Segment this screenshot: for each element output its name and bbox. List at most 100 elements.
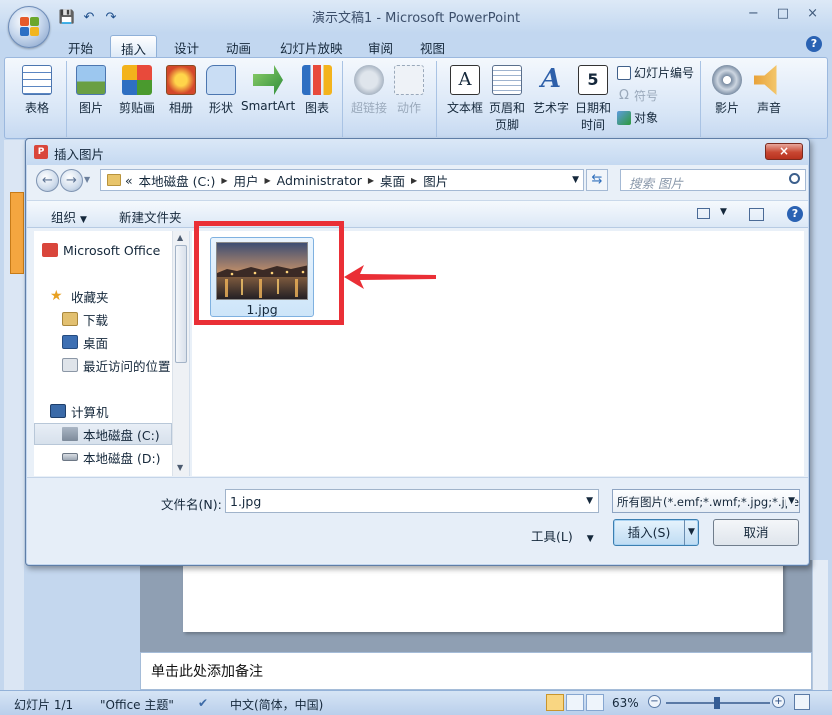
- insert-button[interactable]: 插入(S) ▼: [613, 519, 699, 546]
- new-folder-button[interactable]: 新建文件夹: [119, 207, 182, 226]
- movie-button[interactable]: 影片: [707, 65, 747, 116]
- clipart-label: 剪贴画: [118, 101, 155, 115]
- chevron-down-icon[interactable]: ▼: [586, 496, 593, 506]
- ribbon-tabs: 开始 插入 设计 动画 幻灯片放映 审阅 视图: [0, 32, 832, 58]
- scroll-down-icon[interactable]: ▼: [177, 463, 183, 472]
- chart-button[interactable]: 图表: [297, 65, 337, 116]
- file-type-select[interactable]: 所有图片(*.emf;*.wmf;*.jpg;*.jpeg;*.jfif;*.p…: [612, 489, 800, 513]
- slide-sorter-button[interactable]: [566, 694, 584, 711]
- header-footer-label-1: 页眉和: [488, 101, 525, 115]
- nav-pane-scrollbar[interactable]: ▲ ▼: [172, 231, 189, 476]
- filename-input[interactable]: 1.jpg ▼: [225, 489, 599, 513]
- breadcrumb-drive-c[interactable]: 本地磁盘 (C:): [139, 171, 216, 190]
- breadcrumb-administrator[interactable]: Administrator: [277, 173, 362, 188]
- search-input[interactable]: 搜索 图片: [620, 169, 806, 191]
- zoom-slider[interactable]: − +: [648, 695, 788, 710]
- nav-item-recent[interactable]: 最近访问的位置: [62, 354, 171, 376]
- nav-item-drive-c[interactable]: 本地磁盘 (C:): [34, 423, 172, 445]
- scroll-up-icon[interactable]: ▲: [177, 233, 183, 242]
- zoom-out-icon[interactable]: −: [648, 695, 661, 708]
- close-button[interactable]: ×: [807, 6, 818, 21]
- tab-animations[interactable]: 动画: [216, 35, 261, 58]
- tab-design[interactable]: 设计: [164, 35, 209, 58]
- slide-number-button[interactable]: 幻灯片编号: [617, 64, 694, 81]
- office-button[interactable]: [8, 6, 50, 48]
- search-placeholder: 搜索 图片: [629, 176, 683, 191]
- wordart-button[interactable]: A 艺术字: [529, 65, 573, 116]
- zoom-thumb[interactable]: [714, 697, 720, 709]
- minimize-button[interactable]: −: [748, 6, 759, 21]
- history-dropdown-icon[interactable]: ▼: [84, 175, 90, 184]
- view-dropdown-icon[interactable]: ▼: [720, 207, 727, 217]
- help-icon[interactable]: ?: [787, 206, 803, 222]
- organize-button[interactable]: 组织 ▼: [51, 207, 87, 226]
- hyperlink-button[interactable]: 超链接: [349, 65, 389, 116]
- notes-pane[interactable]: 单击此处添加备注: [140, 652, 812, 690]
- cancel-button[interactable]: 取消: [713, 519, 799, 546]
- speaker-icon: [754, 65, 777, 95]
- symbol-button[interactable]: Ω 符号: [617, 87, 658, 104]
- language-indicator: 中文(简体，中国): [230, 698, 324, 712]
- nav-item-downloads[interactable]: 下载: [62, 308, 108, 330]
- slideshow-view-button[interactable]: [586, 694, 604, 711]
- header-footer-icon: [492, 65, 522, 95]
- maximize-button[interactable]: □: [777, 6, 789, 21]
- back-arrow-icon[interactable]: ←: [36, 169, 59, 192]
- object-button[interactable]: 对象: [617, 109, 658, 126]
- nav-item-computer[interactable]: 计算机: [50, 400, 109, 422]
- smartart-button[interactable]: SmartArt: [241, 65, 295, 113]
- shapes-button[interactable]: 形状: [201, 65, 241, 116]
- chevron-right-icon[interactable]: ▶: [265, 176, 271, 185]
- address-bar[interactable]: « 本地磁盘 (C:) ▶ 用户 ▶ Administrator ▶ 桌面 ▶ …: [100, 169, 584, 191]
- action-button[interactable]: 动作: [389, 65, 429, 116]
- fit-to-window-icon[interactable]: [794, 694, 810, 710]
- tools-button[interactable]: 工具(L) ▼: [531, 526, 594, 545]
- chevron-down-icon[interactable]: ▼: [572, 175, 579, 185]
- zoom-in-icon[interactable]: +: [772, 695, 785, 708]
- table-button[interactable]: 表格: [17, 65, 57, 116]
- normal-view-button[interactable]: [546, 694, 564, 711]
- slide-thumbnail[interactable]: [10, 192, 24, 274]
- spellcheck-icon[interactable]: ✔: [198, 696, 208, 710]
- header-footer-button[interactable]: 页眉和 页脚: [485, 65, 529, 133]
- refresh-icon[interactable]: ⇆: [586, 169, 608, 191]
- view-options-icon[interactable]: [697, 208, 710, 219]
- dialog-close-button[interactable]: ×: [765, 143, 803, 160]
- date-time-button[interactable]: 5 日期和 时间: [571, 65, 615, 133]
- photo-album-button[interactable]: 相册: [161, 65, 201, 116]
- breadcrumb-overflow[interactable]: «: [125, 173, 133, 188]
- preview-pane-icon[interactable]: [749, 208, 764, 221]
- chevron-right-icon[interactable]: ▶: [411, 176, 417, 185]
- group-tables: 表格: [9, 61, 67, 137]
- help-icon[interactable]: ?: [806, 36, 822, 52]
- tab-review[interactable]: 审阅: [358, 35, 403, 58]
- scroll-thumb[interactable]: [175, 245, 187, 363]
- file-type-value: 所有图片(*.emf;*.wmf;*.jpg;*.jpeg;*.jfif;*.p…: [617, 495, 800, 509]
- nav-item-ms-office[interactable]: Microsoft Office: [42, 239, 160, 261]
- chevron-right-icon[interactable]: ▶: [221, 176, 227, 185]
- nav-item-desktop[interactable]: 桌面: [62, 331, 108, 353]
- nav-item-drive-d[interactable]: 本地磁盘 (D:): [62, 446, 161, 468]
- vertical-scrollbar[interactable]: [812, 560, 828, 690]
- forward-arrow-icon[interactable]: →: [60, 169, 83, 192]
- tab-view[interactable]: 视图: [410, 35, 455, 58]
- textbox-button[interactable]: A 文本框: [443, 65, 487, 116]
- nav-item-favorites[interactable]: ★ 收藏夹: [50, 285, 109, 307]
- breadcrumb-pictures[interactable]: 图片: [423, 171, 448, 190]
- breadcrumb-users[interactable]: 用户: [233, 171, 258, 190]
- insert-split-arrow-icon[interactable]: ▼: [684, 520, 698, 545]
- zoom-level[interactable]: 63%: [612, 696, 639, 710]
- tab-slideshow[interactable]: 幻灯片放映: [270, 35, 353, 58]
- slide[interactable]: [183, 560, 783, 632]
- tab-home[interactable]: 开始: [58, 35, 103, 58]
- picture-button[interactable]: 图片: [71, 65, 111, 116]
- sound-button[interactable]: 声音: [749, 65, 789, 116]
- chevron-right-icon[interactable]: ▶: [368, 176, 374, 185]
- slide-number-label: 幻灯片编号: [634, 66, 695, 80]
- folder-icon: [107, 174, 121, 186]
- clipart-button[interactable]: 剪贴画: [115, 65, 159, 116]
- date-time-label-2: 时间: [580, 118, 605, 132]
- tab-insert[interactable]: 插入: [110, 35, 158, 58]
- breadcrumb-desktop[interactable]: 桌面: [380, 171, 405, 190]
- chevron-down-icon[interactable]: ▼: [786, 496, 795, 506]
